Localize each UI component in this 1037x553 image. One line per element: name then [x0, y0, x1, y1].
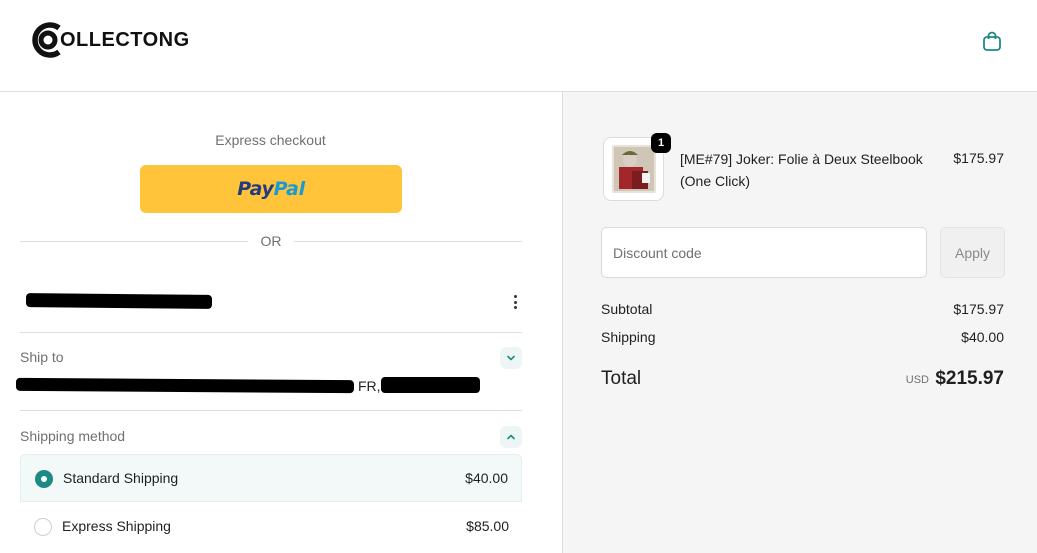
discount-code-input[interactable] [601, 227, 927, 278]
currency-code: USD [905, 374, 929, 386]
shipping-label: Shipping [601, 329, 656, 345]
header: OLLECTONG [0, 0, 1037, 92]
paypal-button[interactable]: PayPal [140, 165, 402, 213]
subtotal-value: $175.97 [953, 301, 1004, 317]
shipping-option-standard[interactable]: Standard Shipping $40.00 [20, 454, 522, 502]
product-price: $175.97 [953, 150, 1004, 166]
ship-to-country: FR, [358, 378, 381, 394]
redacted-contact [25, 293, 213, 309]
shipping-method-label: Shipping method [20, 428, 126, 444]
subtotal-label: Subtotal [601, 301, 653, 317]
shopping-bag-icon[interactable] [980, 29, 1004, 53]
paypal-logo: PayPal [237, 178, 305, 200]
shipping-option-label: Express Shipping [62, 518, 171, 534]
quantity-badge: 1 [651, 133, 671, 153]
radio-unselected[interactable] [34, 518, 52, 536]
divider [20, 410, 522, 411]
radio-selected[interactable] [35, 470, 53, 488]
shipping-option-label: Standard Shipping [63, 470, 179, 486]
shipping-option-price: $85.00 [466, 518, 509, 534]
total-label: Total [601, 368, 642, 389]
chevron-down-icon[interactable] [500, 347, 522, 369]
checkout-main: Express checkout PayPal OR Ship to FR, S… [0, 93, 562, 553]
product-name: [ME#79] Joker: Folie à Deux Steelbook (O… [680, 151, 923, 189]
shipping-value: $40.00 [961, 329, 1004, 345]
total-value: $215.97 [935, 368, 1004, 389]
more-vertical-icon[interactable] [507, 293, 523, 311]
collectong-logo[interactable]: OLLECTONG [29, 19, 190, 61]
redacted-address [15, 377, 355, 394]
order-summary: 1 [ME#79] Joker: Folie à Deux Steelbook … [562, 92, 1037, 553]
express-checkout-label: Express checkout [215, 132, 326, 148]
product-image [612, 145, 656, 193]
chevron-up-icon[interactable] [500, 426, 522, 448]
apply-button[interactable]: Apply [940, 227, 1005, 278]
redacted-postcode [381, 377, 480, 393]
logo-text: OLLECTONG [60, 28, 190, 51]
shipping-option-price: $40.00 [465, 470, 508, 486]
ship-to-label: Ship to [20, 349, 64, 365]
divider [20, 332, 522, 333]
or-divider: OR [20, 231, 522, 251]
shipping-option-express[interactable]: Express Shipping $85.00 [20, 503, 522, 551]
